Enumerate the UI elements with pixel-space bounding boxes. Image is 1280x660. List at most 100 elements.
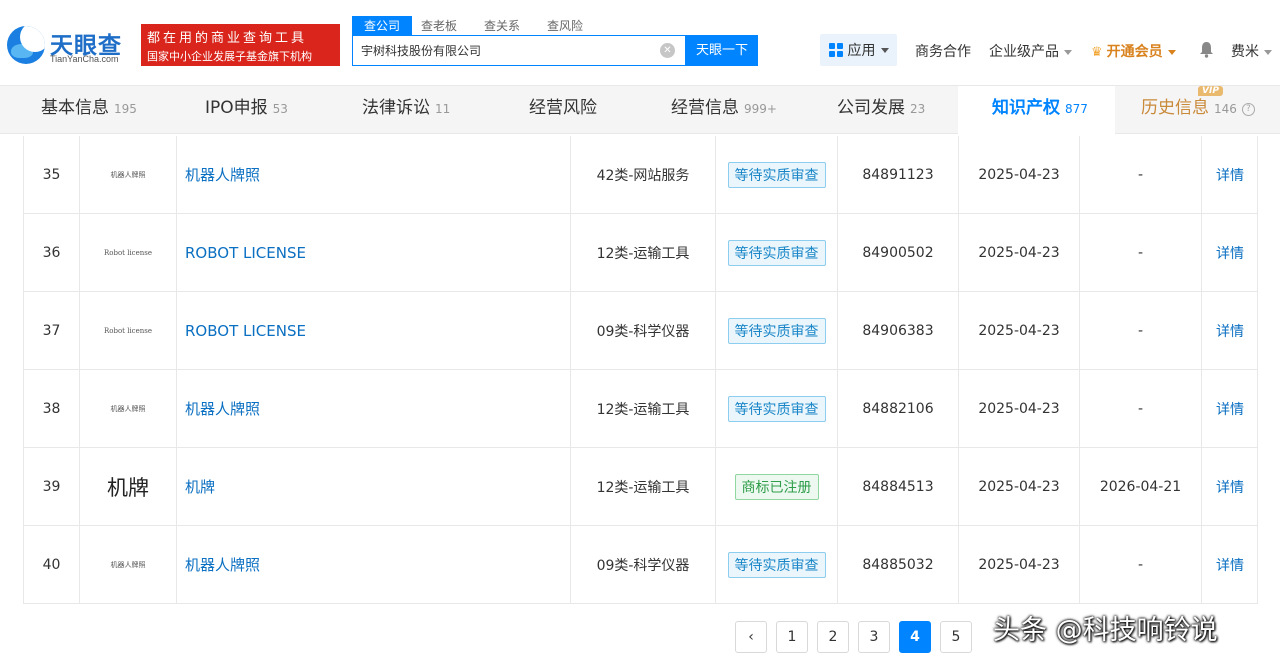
registration-number: 84891123 [838, 136, 959, 213]
expiry-date: - [1080, 136, 1202, 213]
search-button[interactable]: 天眼一下 [686, 35, 758, 66]
application-date: 2025-04-23 [959, 448, 1080, 525]
details-link[interactable]: 详情 [1202, 526, 1258, 603]
trademark-name-link[interactable]: 机牌 [177, 448, 571, 525]
trademark-image-text: 机器人牌照 [110, 170, 146, 179]
table-row: 40 机器人牌照 机器人牌照 09类-科学仪器 等待实质审查 84885032 … [24, 526, 1257, 604]
status-badge: 等待实质审查 [727, 161, 826, 188]
trademark-image[interactable]: 机器人牌照 [80, 370, 177, 447]
row-number: 39 [24, 448, 80, 525]
tab-label: 公司发展 [837, 98, 905, 118]
tab-operation-info[interactable]: 经营信息 999+ [671, 86, 777, 134]
trademark-image[interactable]: Robot license [80, 214, 177, 291]
notification-bell-icon[interactable] [1199, 41, 1214, 58]
trademark-name-link[interactable]: ROBOT LICENSE [177, 214, 571, 291]
tab-operational-risk[interactable]: 经营风险 [529, 86, 597, 134]
section-tabs: 基本信息 195 IPO申报 53 法律诉讼 11 经营风险 经营信息 999+ 公司发… [0, 86, 1280, 134]
details-link[interactable]: 详情 [1202, 136, 1258, 213]
search-input[interactable] [353, 36, 643, 65]
tab-count: 999+ [744, 102, 777, 116]
apps-grid-icon [828, 43, 843, 57]
details-link[interactable]: 详情 [1202, 448, 1258, 525]
details-link[interactable]: 详情 [1202, 292, 1258, 369]
trademark-name-link[interactable]: 机器人牌照 [177, 526, 571, 603]
tab-label: 经营风险 [529, 98, 597, 118]
trademark-category: 42类-网站服务 [571, 136, 716, 213]
tab-count: 195 [114, 102, 137, 116]
search-tab-risk[interactable]: 查风险 [538, 16, 592, 35]
apps-menu-button[interactable]: 应用 [820, 34, 897, 66]
tab-count: 877 [1065, 102, 1088, 116]
registration-number: 84885032 [838, 526, 959, 603]
search-type-tabs: 查公司 查老板 查关系 查风险 [352, 16, 601, 36]
search-tab-boss[interactable]: 查老板 [412, 16, 466, 35]
trademark-image[interactable]: 机牌 [80, 448, 177, 525]
trademark-image[interactable]: Robot license [80, 292, 177, 369]
vip-badge: VIP [1198, 86, 1223, 96]
tab-ipo[interactable]: IPO申报 53 [205, 86, 288, 134]
status-cell: 等待实质审查 [716, 370, 838, 447]
page-button-4-current[interactable]: 4 [899, 621, 931, 653]
open-vip-menu[interactable]: ♛ 开通会员 [1091, 41, 1176, 61]
chevron-down-icon [1264, 49, 1272, 55]
trademark-image[interactable]: 机器人牌照 [80, 136, 177, 213]
eye-logo-icon [7, 26, 45, 64]
application-date: 2025-04-23 [959, 526, 1080, 603]
table-row: 38 机器人牌照 机器人牌照 12类-运输工具 等待实质审查 84882106 … [24, 370, 1257, 448]
trademark-name-link[interactable]: ROBOT LICENSE [177, 292, 571, 369]
status-cell: 等待实质审查 [716, 214, 838, 291]
prev-page-button[interactable]: ‹ [735, 621, 767, 653]
chevron-down-icon [880, 47, 889, 53]
trademark-category: 09类-科学仪器 [571, 526, 716, 603]
clear-icon[interactable]: ✕ [660, 43, 675, 58]
enterprise-products-menu[interactable]: 企业级产品 [989, 41, 1072, 61]
row-number: 38 [24, 370, 80, 447]
row-number: 35 [24, 136, 80, 213]
top-header: 天眼查 TianYanCha.com 都在用的商业查询工具 国家中小企业发展子基… [0, 0, 1280, 86]
details-link[interactable]: 详情 [1202, 370, 1258, 447]
user-menu[interactable]: 费米 [1231, 41, 1272, 61]
trademark-name-link[interactable]: 机器人牌照 [177, 370, 571, 447]
watermark-text: 头条 @科技响铃说 [993, 615, 1218, 646]
tab-label: 经营信息 [671, 98, 739, 118]
tab-intellectual-property[interactable]: 知识产权 877 [958, 86, 1115, 134]
trademark-image-text: 机器人牌照 [110, 404, 146, 413]
tab-company-development[interactable]: 公司发展 23 [837, 86, 925, 134]
expiry-date: - [1080, 214, 1202, 291]
application-date: 2025-04-23 [959, 292, 1080, 369]
slogan-line2: 国家中小企业发展子基金旗下机构 [147, 50, 312, 63]
search-tab-relation[interactable]: 查关系 [475, 16, 529, 35]
page-button-1[interactable]: 1 [776, 621, 808, 653]
tianyancha-logo[interactable]: 天眼查 TianYanCha.com [7, 24, 137, 68]
apps-label: 应用 [847, 43, 876, 59]
search-tab-company[interactable]: 查公司 [352, 16, 413, 35]
trademark-image-text: Robot license [103, 326, 152, 335]
status-cell: 商标已注册 [716, 448, 838, 525]
status-badge: 等待实质审查 [727, 395, 826, 422]
status-badge: 等待实质审查 [727, 551, 826, 578]
expiry-date: 2026-04-21 [1080, 448, 1202, 525]
open-vip-label: 开通会员 [1106, 44, 1163, 60]
tab-label: 历史信息 [1141, 98, 1209, 118]
tab-count: 53 [272, 102, 288, 116]
trademark-image[interactable]: 机器人牌照 [80, 526, 177, 603]
status-badge: 等待实质审查 [727, 317, 826, 344]
application-date: 2025-04-23 [959, 214, 1080, 291]
application-date: 2025-04-23 [959, 136, 1080, 213]
page-button-5[interactable]: 5 [940, 621, 972, 653]
page-button-3[interactable]: 3 [858, 621, 890, 653]
tab-basic-info[interactable]: 基本信息 195 [41, 86, 137, 134]
search-box: ✕ [352, 35, 686, 66]
page-button-2[interactable]: 2 [817, 621, 849, 653]
row-number: 40 [24, 526, 80, 603]
help-icon[interactable]: ? [1241, 103, 1255, 116]
trademark-name-link[interactable]: 机器人牌照 [177, 136, 571, 213]
business-cooperation-link[interactable]: 商务合作 [915, 41, 971, 61]
application-date: 2025-04-23 [959, 370, 1080, 447]
tab-litigation[interactable]: 法律诉讼 11 [362, 86, 450, 134]
registration-number: 84882106 [838, 370, 959, 447]
table-row: 39 机牌 机牌 12类-运输工具 商标已注册 84884513 2025-04… [24, 448, 1257, 526]
trademark-category: 12类-运输工具 [571, 370, 716, 447]
details-link[interactable]: 详情 [1202, 214, 1258, 291]
slogan-line1: 都在用的商业查询工具 [147, 31, 308, 46]
